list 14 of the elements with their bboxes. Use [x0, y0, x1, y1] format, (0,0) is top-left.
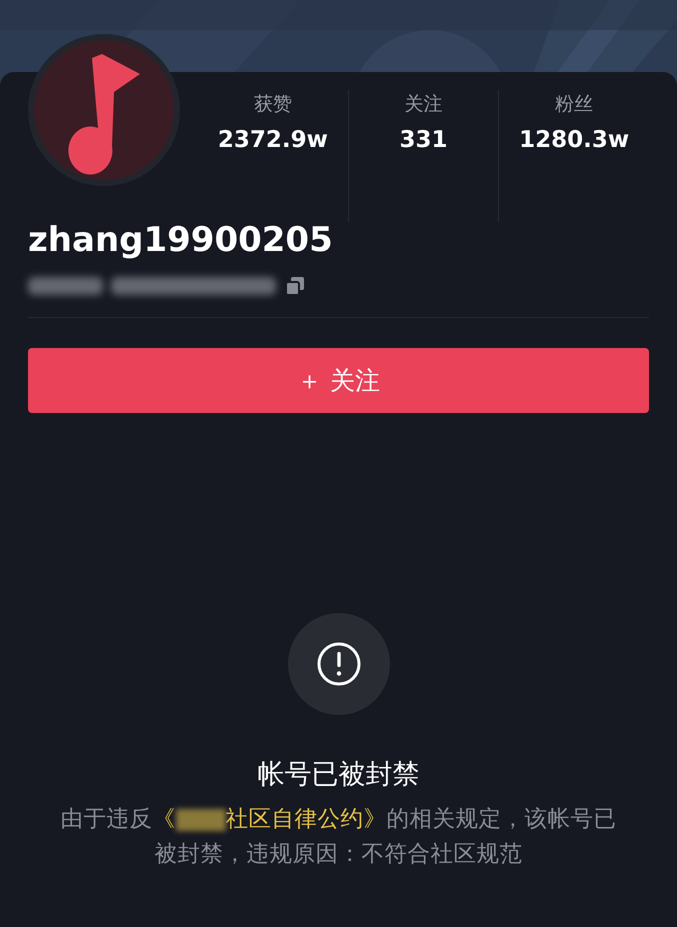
- community-rules-link[interactable]: 《 社区自律公约》: [152, 806, 386, 832]
- avatar-icon: [28, 34, 180, 186]
- alert-icon: [316, 641, 362, 688]
- ban-title: 帐号已被封禁: [256, 758, 420, 792]
- stat-value: 2372.9w: [216, 126, 329, 154]
- stat-value: 1280.3w: [518, 126, 630, 154]
- ban-message: 由于违反《 社区自律公约》的相关规定，该帐号已被封禁，违规原因：不符合社区规范: [60, 804, 618, 869]
- stat-value: 331: [398, 126, 449, 154]
- stat-label: 获赞: [252, 92, 293, 117]
- follow-button[interactable]: ＋ 关注: [28, 348, 649, 414]
- username: zhang19900205: [28, 222, 334, 260]
- stat-label: 粉丝: [554, 92, 594, 117]
- stat-label: 关注: [404, 92, 444, 117]
- blurred-text: [176, 808, 226, 831]
